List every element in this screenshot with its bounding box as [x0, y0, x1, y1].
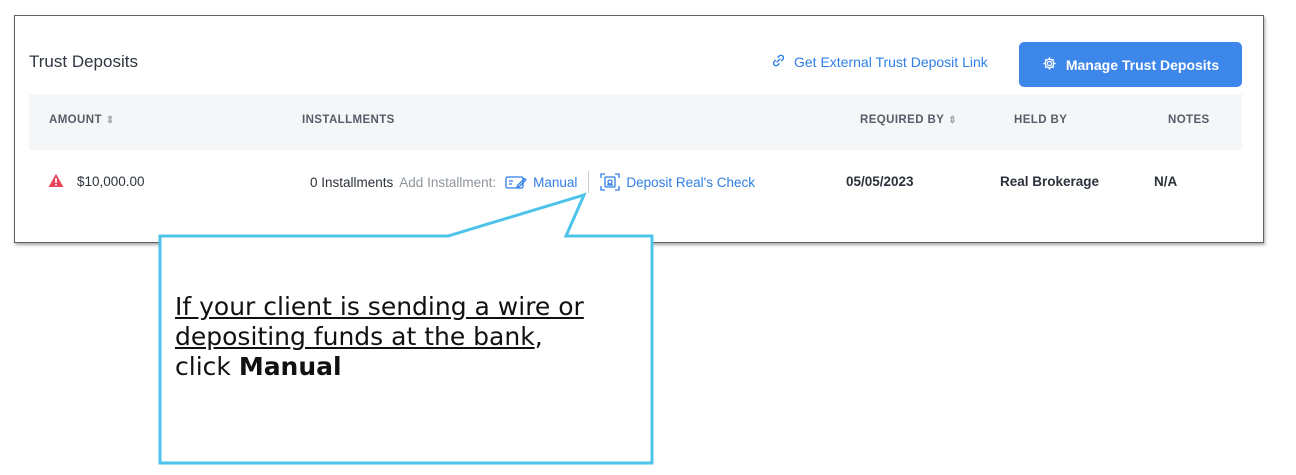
callout-bubble — [158, 192, 654, 465]
callout-line-2: depositing funds at the bank — [175, 322, 535, 351]
callout-line-1: If your client is sending a wire or — [175, 292, 584, 321]
callout-line-2-suffix: , — [534, 322, 543, 351]
callout-manual-emphasis: Manual — [238, 352, 342, 381]
callout-text: If your client is sending a wire or depo… — [175, 292, 645, 382]
callout-line-3-prefix: click — [175, 352, 239, 381]
